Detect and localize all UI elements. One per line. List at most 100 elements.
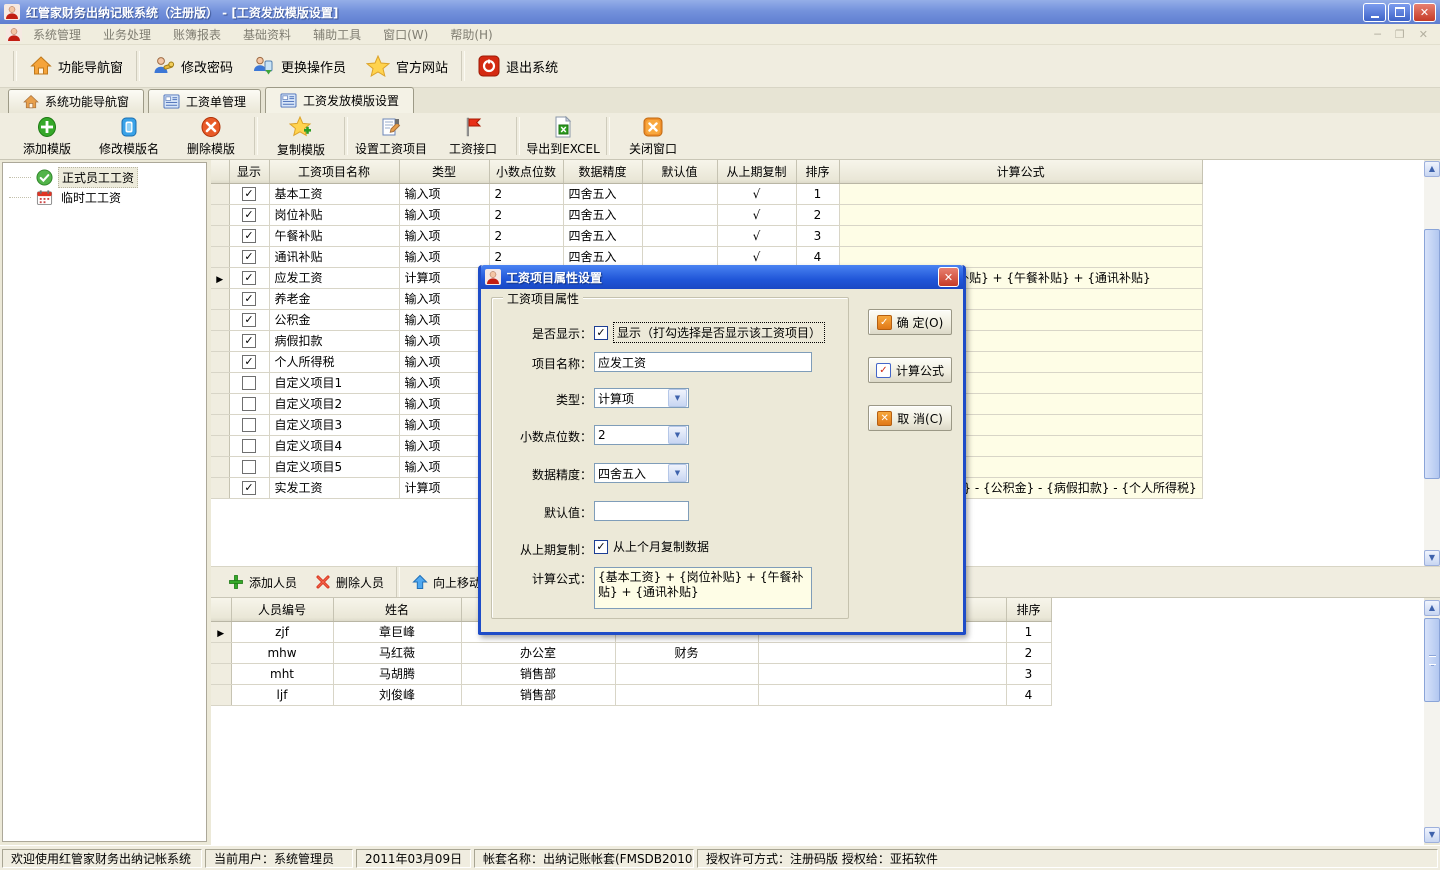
mdi-close-icon[interactable]: ✕ — [1419, 28, 1428, 41]
column-header-计算公式[interactable]: 计算公式 — [839, 160, 1202, 183]
toolbar-button-delete-person[interactable]: 删除人员 — [306, 572, 393, 593]
item-name-input[interactable] — [594, 352, 812, 372]
chevron-down-icon[interactable]: ▼ — [668, 389, 687, 407]
show-checkbox-cell[interactable]: ✓ — [229, 225, 269, 246]
staff-grid-scrollbar[interactable]: ▲ ▼ — [1424, 600, 1440, 843]
column-header-人员编号[interactable]: 人员编号 — [231, 598, 333, 621]
show-checkbox-cell[interactable] — [229, 372, 269, 393]
copy-prev-checkbox[interactable]: ✓ — [594, 540, 608, 554]
toolbar-button-password[interactable]: 修改密码 — [143, 49, 243, 83]
mdi-restore-icon[interactable]: ❐ — [1395, 28, 1405, 41]
precision-select[interactable]: 四舍五入 ▼ — [594, 463, 689, 483]
show-checkbox-cell[interactable]: ✓ — [229, 477, 269, 498]
toolbar-button-delete[interactable]: 删除模版 — [170, 114, 252, 158]
checkbox-icon[interactable]: ✓ — [242, 334, 256, 348]
column-header-小数点位数[interactable]: 小数点位数 — [489, 160, 563, 183]
show-checkbox-cell[interactable]: ✓ — [229, 288, 269, 309]
scroll-up-icon[interactable]: ▲ — [1424, 161, 1440, 177]
column-header-从上期复制[interactable]: 从上期复制 — [717, 160, 796, 183]
show-checkbox-cell[interactable]: ✓ — [229, 204, 269, 225]
menu-item-帮助(H)[interactable]: 帮助(H) — [439, 26, 503, 43]
show-checkbox-label[interactable]: 显示（打勾选择是否显示该工资项目） — [613, 322, 825, 343]
table-row[interactable]: ✓基本工资输入项2四舍五入√1 — [211, 183, 1202, 204]
column-header[interactable] — [211, 598, 231, 621]
chevron-down-icon[interactable]: ▼ — [668, 464, 687, 482]
show-checkbox-cell[interactable] — [229, 435, 269, 456]
show-checkbox-cell[interactable]: ✓ — [229, 309, 269, 330]
toolbar-button-excel[interactable]: 导出到EXCEL — [522, 114, 604, 158]
column-header-默认值[interactable]: 默认值 — [642, 160, 717, 183]
toolbar-button-exit[interactable]: 退出系统 — [468, 49, 568, 83]
toolbar-button-copy-template[interactable]: 复制模版 — [260, 114, 342, 158]
toolbar-button-home[interactable]: 功能导航窗 — [20, 49, 133, 83]
checkbox-icon[interactable] — [242, 397, 256, 411]
checkbox-icon[interactable]: ✓ — [242, 271, 256, 285]
checkbox-icon[interactable]: ✓ — [242, 187, 256, 201]
table-row[interactable]: mht马胡腾销售部3 — [211, 663, 1051, 684]
column-header-数据精度[interactable]: 数据精度 — [563, 160, 642, 183]
table-row[interactable]: ✓午餐补贴输入项2四舍五入√3 — [211, 225, 1202, 246]
menu-item-账簿报表[interactable]: 账簿报表 — [162, 26, 232, 43]
toolbar-button-move-up[interactable]: 向上移动 — [403, 572, 490, 593]
menu-item-窗口(W)[interactable]: 窗口(W) — [372, 26, 439, 43]
show-checkbox-cell[interactable]: ✓ — [229, 330, 269, 351]
restore-button[interactable] — [1388, 3, 1411, 22]
column-header-类型[interactable]: 类型 — [399, 160, 489, 183]
column-header-姓名[interactable]: 姓名 — [333, 598, 461, 621]
toolbar-button-flag[interactable]: 工资接口 — [432, 114, 514, 158]
table-row[interactable]: ✓岗位补贴输入项2四舍五入√2 — [211, 204, 1202, 225]
column-header-工资项目名称[interactable]: 工资项目名称 — [269, 160, 399, 183]
scroll-up-icon[interactable]: ▲ — [1424, 600, 1440, 616]
tree-item-临时工工资[interactable]: 临时工工资 — [3, 187, 206, 207]
scroll-down-icon[interactable]: ▼ — [1424, 550, 1440, 566]
checkbox-icon[interactable]: ✓ — [242, 292, 256, 306]
show-checkbox-cell[interactable]: ✓ — [229, 183, 269, 204]
table-row[interactable]: ljf刘俊峰销售部4 — [211, 684, 1051, 705]
default-value-input[interactable] — [594, 501, 689, 521]
toolbar-button-set-items[interactable]: 设置工资项目 — [350, 114, 432, 158]
checkbox-icon[interactable] — [242, 376, 256, 390]
toolbar-button-switch-user[interactable]: 更换操作员 — [243, 49, 356, 83]
column-header-显示[interactable]: 显示 — [229, 160, 269, 183]
column-header-排序[interactable]: 排序 — [1006, 598, 1051, 621]
decimals-select[interactable]: 2 ▼ — [594, 425, 689, 445]
formula-textarea[interactable]: {基本工资} + {岗位补贴} + {午餐补贴} + {通讯补贴} — [594, 567, 812, 609]
checkbox-icon[interactable]: ✓ — [242, 229, 256, 243]
checkbox-icon[interactable] — [242, 418, 256, 432]
toolbar-button-star[interactable]: 官方网站 — [356, 49, 458, 83]
menu-item-辅助工具[interactable]: 辅助工具 — [302, 26, 372, 43]
checkbox-icon[interactable]: ✓ — [242, 355, 256, 369]
type-select[interactable]: 计算项 ▼ — [594, 388, 689, 408]
close-button[interactable]: ✕ — [1413, 3, 1436, 22]
menu-item-基础资料[interactable]: 基础资料 — [232, 26, 302, 43]
checkbox-icon[interactable]: ✓ — [242, 313, 256, 327]
toolbar-button-rename[interactable]: 修改模版名 — [88, 114, 170, 158]
show-checkbox-cell[interactable] — [229, 456, 269, 477]
tab-工资单管理[interactable]: 工资单管理 — [148, 89, 261, 113]
formula-button[interactable]: ✓ 计算公式 — [868, 357, 952, 383]
menu-item-系统管理[interactable]: 系统管理 — [22, 26, 92, 43]
tab-工资发放模版设置[interactable]: 工资发放模版设置 — [265, 87, 414, 113]
scrollbar-thumb[interactable] — [1424, 618, 1440, 702]
chevron-down-icon[interactable]: ▼ — [668, 426, 687, 444]
checkbox-icon[interactable] — [242, 439, 256, 453]
toolbar-button-close-window[interactable]: 关闭窗口 — [612, 114, 694, 158]
checkbox-icon[interactable]: ✓ — [242, 208, 256, 222]
scroll-down-icon[interactable]: ▼ — [1424, 827, 1440, 843]
checkbox-icon[interactable] — [242, 460, 256, 474]
tab-系统功能导航窗[interactable]: 系统功能导航窗 — [8, 89, 144, 113]
toolbar-button-add-person[interactable]: 添加人员 — [219, 572, 306, 593]
column-header-排序[interactable]: 排序 — [796, 160, 839, 183]
show-checkbox-cell[interactable]: ✓ — [229, 246, 269, 267]
table-row[interactable]: mhw马红薇办公室财务2 — [211, 642, 1051, 663]
copy-prev-checkbox-label[interactable]: 从上个月复制数据 — [613, 538, 709, 555]
show-checkbox-cell[interactable] — [229, 414, 269, 435]
ok-button[interactable]: ✓ 确 定(O) — [868, 309, 952, 335]
table-row[interactable]: ✓通讯补贴输入项2四舍五入√4 — [211, 246, 1202, 267]
menu-item-业务处理[interactable]: 业务处理 — [92, 26, 162, 43]
cancel-button[interactable]: ✕ 取 消(C) — [868, 405, 952, 431]
show-checkbox-cell[interactable]: ✓ — [229, 351, 269, 372]
tree-item-正式员工工资[interactable]: 正式员工工资 — [3, 167, 206, 187]
minimize-button[interactable] — [1363, 3, 1386, 22]
column-header[interactable] — [211, 160, 229, 183]
